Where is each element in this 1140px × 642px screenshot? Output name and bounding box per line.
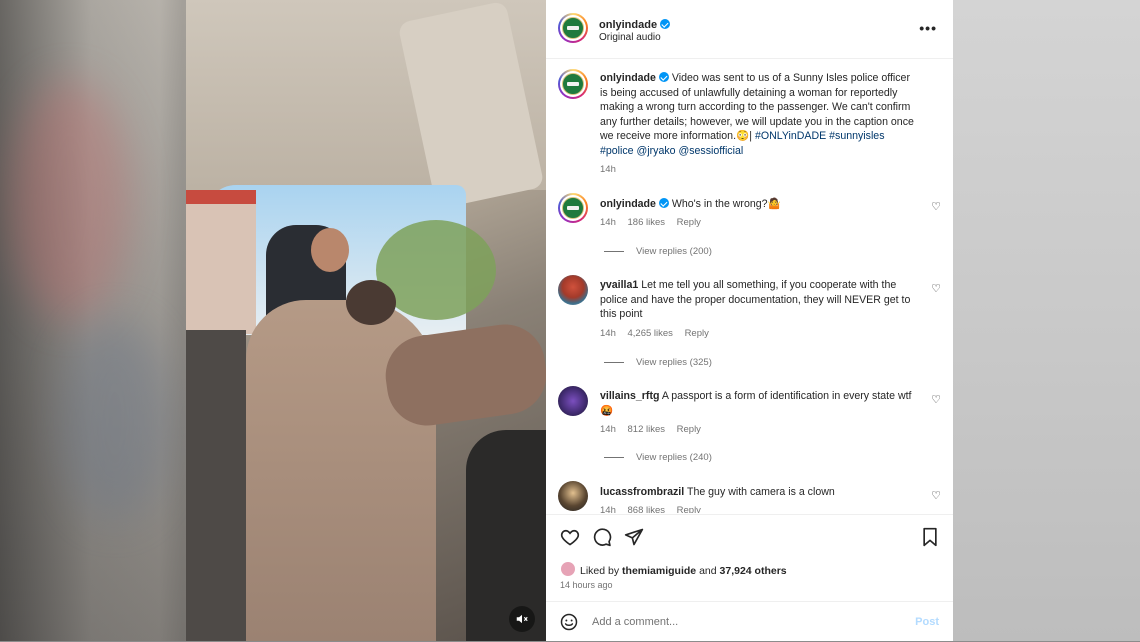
emoji-icon[interactable] bbox=[560, 613, 578, 631]
action-bar: Liked by themiamiguide and 37,924 others… bbox=[546, 514, 953, 601]
comment-time: 14h bbox=[600, 328, 616, 339]
comment-avatar[interactable] bbox=[558, 275, 588, 305]
author-username[interactable]: onlyindade bbox=[599, 19, 657, 31]
more-options-icon[interactable]: ••• bbox=[919, 20, 937, 36]
liked-by-prefix: Liked by bbox=[580, 565, 620, 577]
view-replies-label: View replies (200) bbox=[636, 246, 712, 257]
comment-avatar[interactable] bbox=[558, 386, 588, 416]
comment-username[interactable]: villains_rftg bbox=[600, 390, 659, 402]
add-comment-bar: Add a comment... Post bbox=[546, 601, 953, 642]
view-replies-label: View replies (240) bbox=[636, 452, 712, 463]
view-replies-label: View replies (325) bbox=[636, 357, 712, 368]
post-button[interactable]: Post bbox=[915, 616, 939, 628]
red-building bbox=[186, 190, 256, 334]
steering-wheel bbox=[466, 430, 546, 641]
heart-icon[interactable]: ♡ bbox=[931, 489, 941, 502]
author-avatar[interactable] bbox=[558, 13, 588, 43]
paper-plane-icon[interactable] bbox=[624, 527, 644, 547]
heart-icon[interactable]: ♡ bbox=[931, 393, 941, 406]
blurred-background-right bbox=[953, 0, 1140, 641]
caption-emoji: 😳 bbox=[736, 130, 750, 143]
comment-username[interactable]: lucassfrombrazil bbox=[600, 486, 684, 498]
comment-username[interactable]: onlyindade bbox=[600, 198, 656, 210]
liked-by: Liked by themiamiguide and 37,924 others bbox=[560, 561, 787, 577]
comment-time: 14h bbox=[600, 217, 616, 228]
comments-list[interactable]: onlyindade Video was sent to us of a Sun… bbox=[546, 59, 953, 513]
officer-head bbox=[311, 228, 349, 272]
comment-likes[interactable]: 4,265 likes bbox=[628, 328, 673, 339]
verified-badge-icon bbox=[660, 19, 671, 29]
caption-separator: | bbox=[749, 130, 752, 143]
comment-likes[interactable]: 186 likes bbox=[628, 217, 666, 228]
comment-time: 14h bbox=[600, 424, 616, 435]
comment-avatar[interactable] bbox=[558, 481, 588, 511]
verified-badge-icon bbox=[658, 198, 669, 208]
comment-time: 14h bbox=[600, 505, 616, 513]
post-panel: onlyindade Original audio ••• onlyindade… bbox=[546, 0, 953, 641]
speaker-muted-icon bbox=[516, 614, 528, 624]
reply-button[interactable]: Reply bbox=[677, 505, 701, 513]
verified-badge-icon bbox=[658, 72, 669, 82]
divider-line bbox=[604, 361, 624, 363]
bookmark-icon[interactable] bbox=[921, 527, 939, 547]
woman-hair bbox=[346, 280, 396, 325]
heart-icon[interactable]: ♡ bbox=[931, 200, 941, 213]
comment-icon[interactable] bbox=[592, 527, 612, 547]
divider-line bbox=[604, 456, 624, 458]
divider-line bbox=[604, 250, 624, 252]
comment-username[interactable]: yvailla1 bbox=[600, 279, 638, 291]
liked-by-and: and bbox=[699, 565, 717, 577]
caption-avatar[interactable] bbox=[558, 69, 588, 99]
liker-username[interactable]: themiamiguide bbox=[622, 565, 696, 577]
heart-icon[interactable] bbox=[560, 527, 580, 547]
heart-icon[interactable]: ♡ bbox=[931, 282, 941, 295]
video-player[interactable] bbox=[186, 0, 546, 641]
hashtag-link[interactable]: #ONLYinDADE bbox=[755, 130, 826, 142]
view-replies-button[interactable]: View replies (240) bbox=[604, 452, 712, 463]
reply-button[interactable]: Reply bbox=[677, 217, 701, 228]
blurred-background-detail bbox=[60, 320, 170, 520]
car-door bbox=[186, 330, 246, 641]
liker-avatar[interactable] bbox=[560, 561, 576, 577]
caption-username[interactable]: onlyindade bbox=[600, 72, 656, 84]
comment-likes[interactable]: 812 likes bbox=[628, 424, 666, 435]
caption-time: 14h bbox=[600, 164, 616, 175]
post-time[interactable]: 14 hours ago bbox=[560, 580, 613, 590]
reply-button[interactable]: Reply bbox=[685, 328, 709, 339]
comment-text: Who's in the wrong?🤷 bbox=[671, 198, 781, 210]
comment-likes[interactable]: 868 likes bbox=[628, 505, 666, 513]
audio-label[interactable]: Original audio bbox=[599, 32, 661, 43]
view-replies-button[interactable]: View replies (325) bbox=[604, 357, 712, 368]
post-header: onlyindade Original audio ••• bbox=[546, 0, 953, 59]
reply-button[interactable]: Reply bbox=[677, 424, 701, 435]
comment-text: Let me tell you all something, if you co… bbox=[600, 279, 911, 321]
likes-others[interactable]: 37,924 others bbox=[720, 565, 787, 577]
comment-text: The guy with camera is a clown bbox=[686, 486, 835, 498]
comment-input[interactable]: Add a comment... bbox=[592, 616, 678, 628]
blurred-background-detail bbox=[10, 80, 130, 320]
mute-button[interactable] bbox=[509, 606, 535, 632]
view-replies-button[interactable]: View replies (200) bbox=[604, 246, 712, 257]
comment-avatar[interactable] bbox=[558, 193, 588, 223]
